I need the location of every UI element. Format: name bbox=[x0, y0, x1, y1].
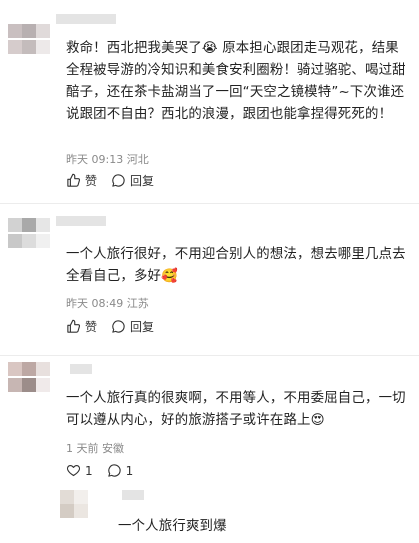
username-blurred[interactable] bbox=[122, 490, 144, 500]
username-blurred[interactable] bbox=[56, 14, 116, 24]
thumbs-up-icon bbox=[67, 319, 81, 333]
username-blurred[interactable] bbox=[70, 364, 92, 374]
like-button[interactable]: 赞 bbox=[66, 318, 97, 335]
comment-icon bbox=[107, 464, 121, 477]
comment-actions: 赞 回复 bbox=[66, 318, 168, 335]
like-button[interactable]: 1 bbox=[66, 463, 93, 478]
comment-actions: 赞 回复 bbox=[66, 172, 168, 189]
thumbs-up-icon bbox=[67, 173, 81, 187]
reply-1: 一个人旅行爽到爆 bbox=[0, 486, 419, 543]
reply-text: 一个人旅行爽到爆 bbox=[118, 519, 227, 534]
reply-button[interactable]: 1 bbox=[107, 463, 134, 478]
speech-bubble-icon bbox=[112, 320, 125, 333]
avatar[interactable] bbox=[8, 218, 50, 250]
reply-label: 回复 bbox=[130, 320, 155, 334]
avatar[interactable] bbox=[8, 24, 50, 56]
like-count: 1 bbox=[85, 463, 93, 478]
comment-meta: 1 天前 安徽 bbox=[66, 442, 124, 455]
comment-actions: 1 1 bbox=[66, 463, 147, 478]
comment-text: 救命！西北把我美哭了😭 原本担心跟团走马观花，结果全程被导游的冷知识和美食安利圈… bbox=[66, 41, 406, 122]
comment-text: 一个人旅行很好，不用迎合别人的想法，想去哪里几点去全看自己，多好🥰 bbox=[66, 247, 406, 284]
avatar[interactable] bbox=[8, 362, 50, 394]
reply-button[interactable]: 回复 bbox=[111, 318, 154, 335]
comment-meta: 昨天 09:13 河北 bbox=[66, 153, 149, 166]
comment-meta: 昨天 08:49 江苏 bbox=[66, 297, 149, 310]
avatar[interactable] bbox=[60, 490, 88, 518]
reply-count: 1 bbox=[125, 463, 134, 478]
reply-button[interactable]: 回复 bbox=[111, 172, 154, 189]
username-blurred[interactable] bbox=[56, 216, 106, 226]
like-button[interactable]: 赞 bbox=[66, 172, 97, 189]
comment-1: 救命！西北把我美哭了😭 原本担心跟团走马观花，结果全程被导游的冷知识和美食安利圈… bbox=[0, 0, 419, 200]
like-label: 赞 bbox=[85, 174, 98, 188]
heart-icon bbox=[66, 464, 81, 477]
comment-3: 一个人旅行真的很爽啊，不用等人，不用委屈自己，一切可以遵从内心，好的旅游搭子或许… bbox=[0, 356, 419, 486]
comment-text: 一个人旅行真的很爽啊，不用等人，不用委屈自己，一切可以遵从内心，好的旅游搭子或许… bbox=[66, 391, 406, 428]
comment-2: 一个人旅行很好，不用迎合别人的想法，想去哪里几点去全看自己，多好🥰 昨天 08:… bbox=[0, 204, 419, 354]
speech-bubble-icon bbox=[112, 174, 125, 187]
like-label: 赞 bbox=[85, 320, 98, 334]
reply-label: 回复 bbox=[130, 174, 155, 188]
